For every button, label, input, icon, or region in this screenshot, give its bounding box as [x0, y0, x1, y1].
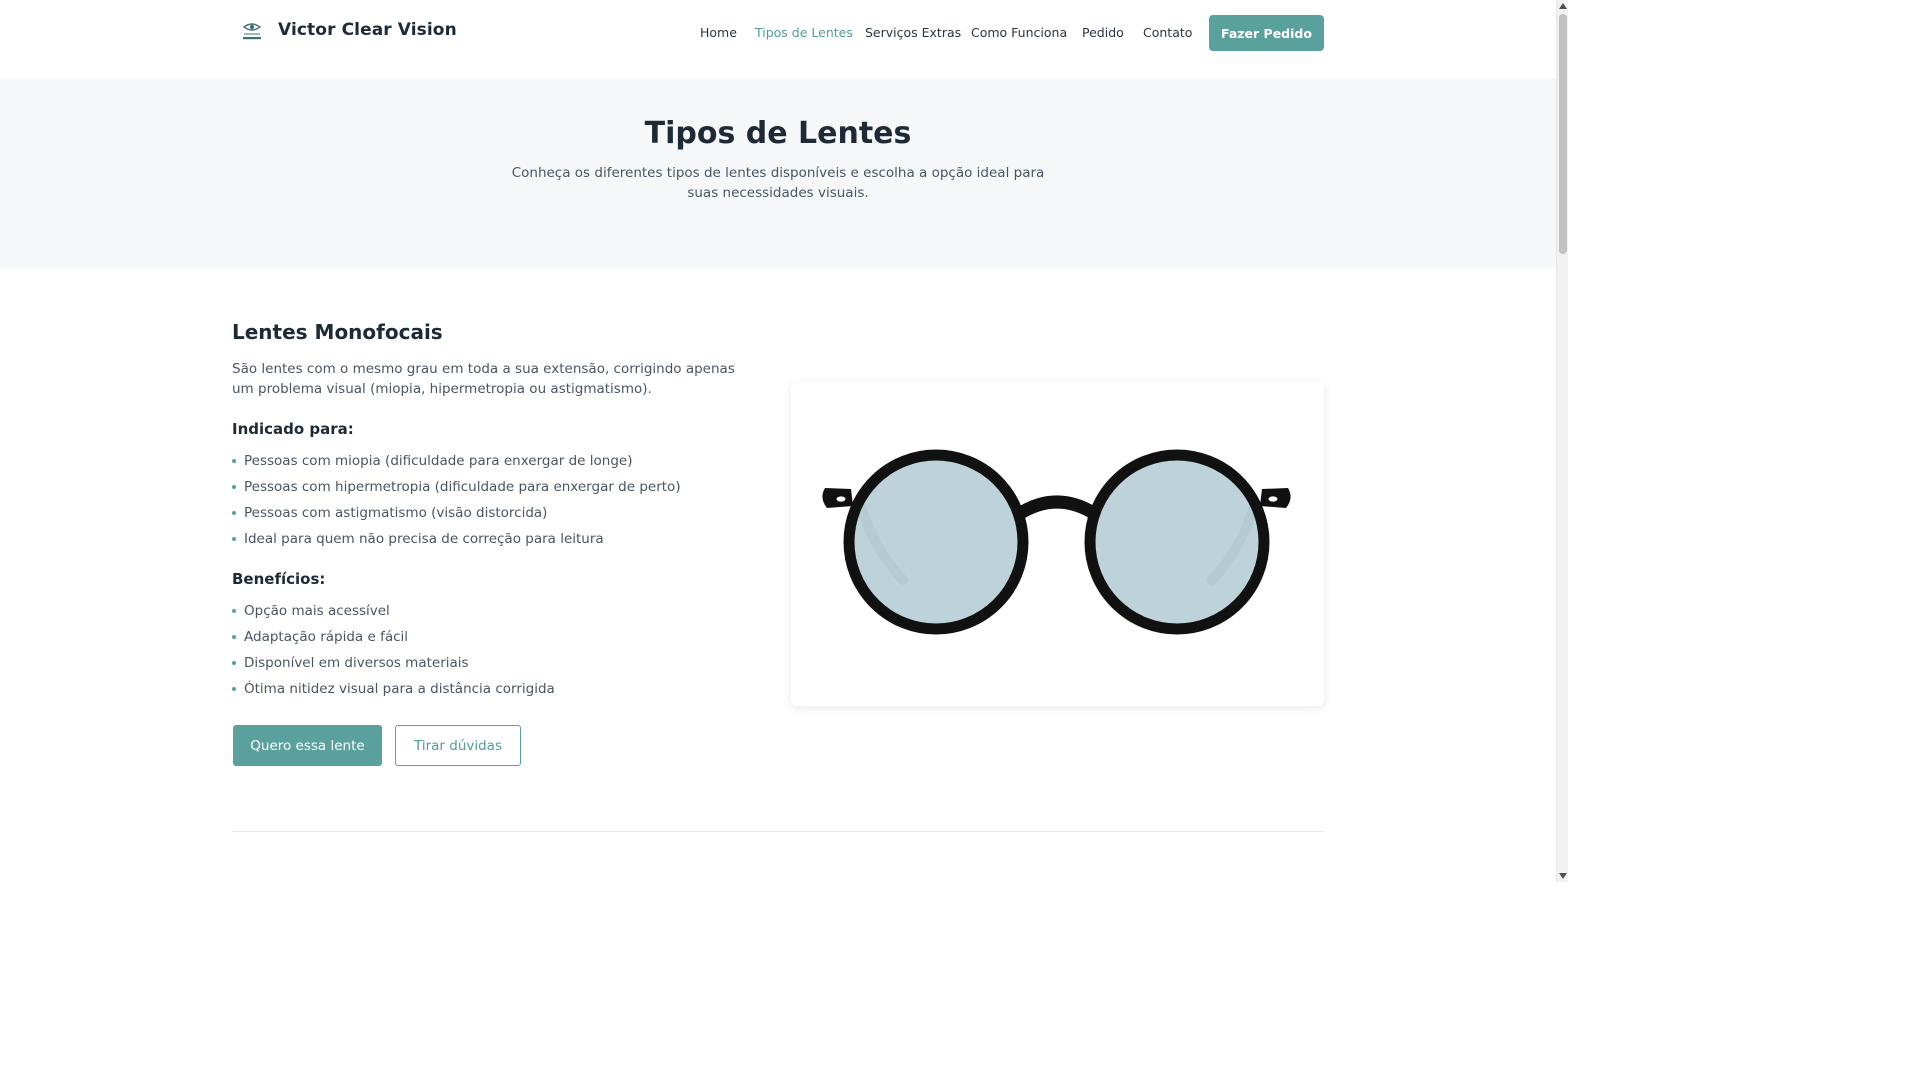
list-item: Pessoas com hipermetropia (dificuldade p… — [232, 478, 681, 504]
scroll-up-arrow-icon[interactable] — [1559, 3, 1567, 9]
list-item: Ideal para quem não precisa de correção … — [232, 530, 681, 556]
page-title: Tipos de Lentes — [644, 116, 912, 151]
nav-servicos-extras[interactable]: Serviços Extras — [865, 25, 961, 40]
round-glasses-image — [822, 449, 1291, 635]
benefits-heading: Benefícios: — [232, 570, 326, 588]
scroll-down-arrow-icon[interactable] — [1559, 873, 1567, 879]
nav-contato[interactable]: Contato — [1143, 25, 1192, 40]
nav-como-funciona[interactable]: Como Funciona — [971, 25, 1067, 40]
lens-description: São lentes com o mesmo grau em toda a su… — [232, 361, 735, 397]
lens-title: Lentes Monofocais — [232, 320, 443, 344]
page-scrollbar[interactable] — [1556, 0, 1568, 882]
site-header: Victor Clear Vision Home Tipos de Lentes… — [0, 0, 1556, 78]
list-item: Pessoas com miopia (dificuldade para enx… — [232, 452, 681, 478]
nav-pedido[interactable]: Pedido — [1082, 25, 1124, 40]
list-item: Opção mais acessível — [232, 602, 555, 628]
fazer-pedido-button[interactable]: Fazer Pedido — [1209, 15, 1324, 51]
benefits-list: Opção mais acessível Adaptação rápida e … — [232, 602, 555, 706]
list-item: Disponível em diversos materiais — [232, 654, 555, 680]
nav-tipos-de-lentes[interactable]: Tipos de Lentes — [755, 25, 853, 40]
indicated-list: Pessoas com miopia (dificuldade para enx… — [232, 452, 681, 556]
section-divider — [232, 831, 1324, 832]
list-item: Pessoas com astigmatismo (visão distorci… — [232, 504, 681, 530]
list-item: Ótima nitidez visual para a distância co… — [232, 680, 555, 706]
indicated-heading: Indicado para: — [232, 420, 354, 438]
lens-image-card — [791, 382, 1324, 706]
hero-section: Tipos de Lentes Conheça os diferentes ti… — [0, 78, 1556, 268]
quero-essa-lente-button[interactable]: Quero essa lente — [233, 725, 382, 766]
nav-home[interactable]: Home — [700, 25, 737, 40]
list-item: Adaptação rápida e fácil — [232, 628, 555, 654]
scrollbar-thumb[interactable] — [1559, 14, 1567, 254]
tirar-duvidas-button[interactable]: Tirar dúvidas — [395, 725, 521, 766]
page-subtitle: Conheça os diferentes tipos de lentes di… — [511, 165, 1045, 201]
